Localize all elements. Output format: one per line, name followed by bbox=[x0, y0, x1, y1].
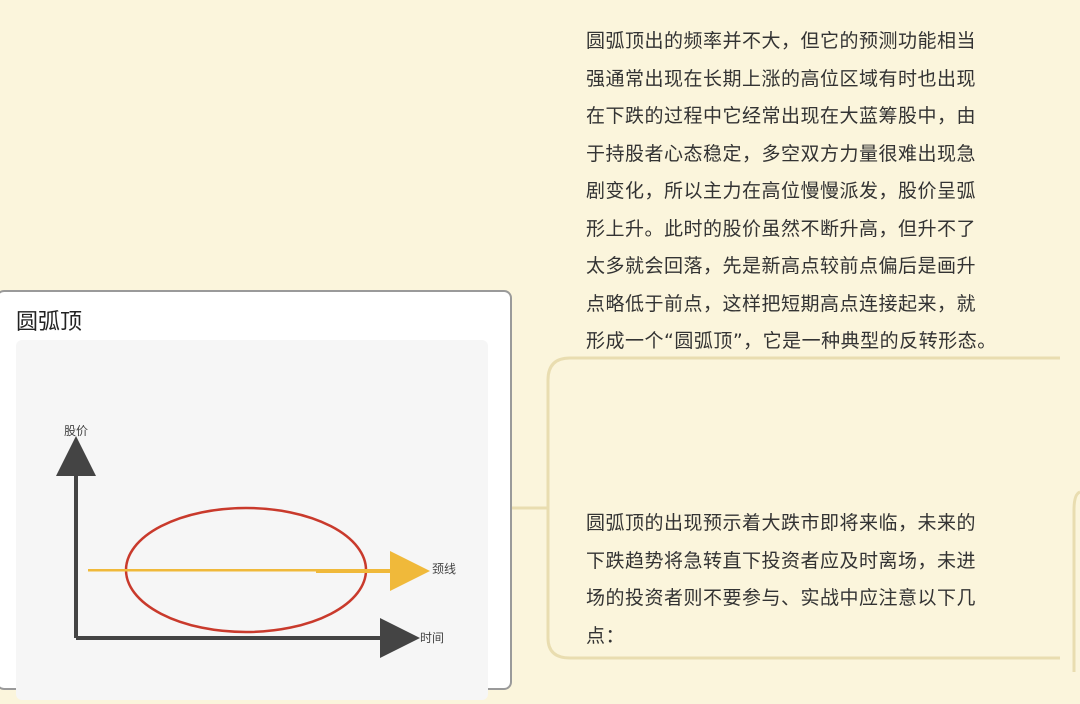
paragraph-line: 场的投资者则不要参与、实战中应注意以下几 bbox=[586, 587, 977, 609]
diagram-area: 股价 时间 颈线 bbox=[16, 340, 488, 700]
paragraph-line: 在下跌的过程中它经常出现在大蓝筹股中，由 bbox=[586, 105, 977, 127]
description-paragraph-1: 圆弧顶出的频率并不大，但它的预测功能相当 强通常出现在长期上涨的高位区域有时也出… bbox=[586, 23, 997, 361]
card-title: 圆弧顶 bbox=[16, 310, 83, 335]
paragraph-line: 剧变化，所以主力在高位慢慢派发，股价呈弧 bbox=[586, 180, 977, 202]
paragraph-line: 于持股者心态稳定，多空双方力量很难出现急 bbox=[586, 142, 977, 165]
paragraph-line: 点： bbox=[586, 624, 626, 647]
paragraph-line: 圆弧顶出的频率并不大，但它的预测功能相当 bbox=[586, 30, 977, 52]
paragraph-line: 形上升。此时的股价虽然不断升高，但升不了 bbox=[586, 217, 977, 240]
y-axis-label: 股价 bbox=[64, 424, 88, 438]
x-axis-label: 时间 bbox=[420, 631, 444, 645]
neckline-label: 颈线 bbox=[432, 562, 456, 576]
image-card: 圆弧顶 股价 时间 颈线 bbox=[0, 290, 512, 700]
connector-right-edge bbox=[1072, 490, 1080, 672]
paragraph-line: 形成一个“圆弧顶”，它是一种典型的反转形态。 bbox=[586, 330, 997, 352]
paragraph-line: 太多就会回落，先是新高点较前点偏后是画升 bbox=[586, 255, 977, 277]
paragraph-line: 点略低于前点，这样把短期高点连接起来，就 bbox=[586, 292, 977, 315]
paragraph-line: 强通常出现在长期上涨的高位区域有时也出现 bbox=[586, 67, 977, 90]
connector-branch-top bbox=[546, 356, 1060, 508]
description-paragraph-2: 圆弧顶的出现预示着大跌市即将来临，未来的 下跌趋势将急转直下投资者应及时离场，未… bbox=[586, 505, 976, 655]
paragraph-line: 下跌趋势将急转直下投资者应及时离场，未进 bbox=[586, 549, 977, 572]
rounding-top-diagram: 股价 时间 颈线 bbox=[56, 424, 456, 658]
paragraph-line: 圆弧顶的出现预示着大跌市即将来临，未来的 bbox=[586, 512, 977, 534]
